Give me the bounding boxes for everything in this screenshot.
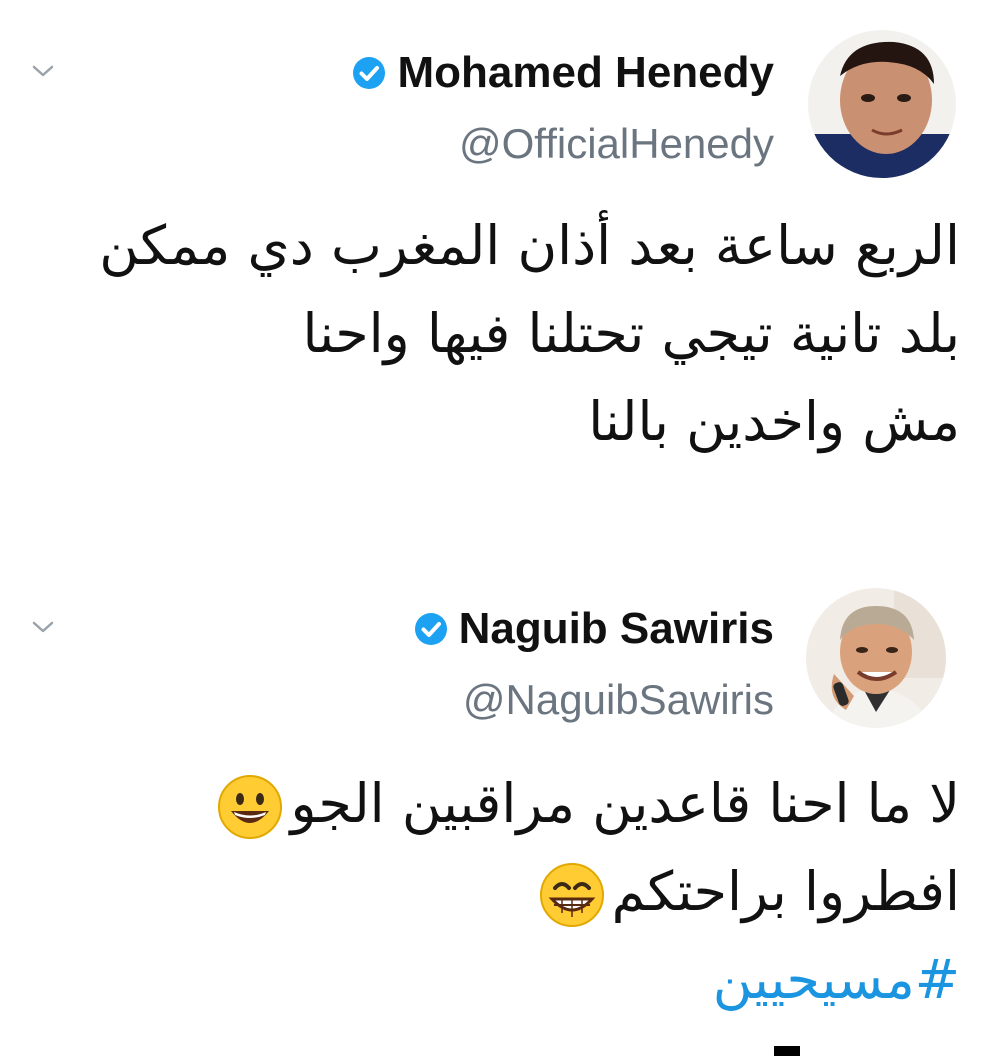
- avatar[interactable]: [808, 30, 956, 178]
- tweet-henedy[interactable]: Mohamed Henedy @OfficialHenedy الربع ساع…: [0, 0, 992, 520]
- tweet-text-line-text: لا ما احنا قاعدين مراقبين الجو: [290, 772, 960, 835]
- grinning-face-emoji-icon: [216, 773, 284, 841]
- display-name[interactable]: Mohamed Henedy: [397, 48, 774, 98]
- display-name[interactable]: Naguib Sawiris: [459, 604, 774, 654]
- tweet-text-line: لا ما احنا قاعدين مراقبين الجو: [32, 760, 960, 848]
- tweet-text-line: الربع ساعة بعد أذان المغرب دي ممكن: [99, 214, 960, 277]
- tweet-text: لا ما احنا قاعدين مراقبين الجو افطروا بر…: [32, 760, 960, 1024]
- tweet-text-line: مش واخدين بالنا: [588, 390, 960, 453]
- user-handle[interactable]: @NaguibSawiris: [463, 676, 774, 724]
- user-handle[interactable]: @OfficialHenedy: [459, 120, 774, 168]
- tweet-text-line: بلد تانية تيجي تحتلنا فيها واحنا: [302, 302, 961, 365]
- tweet-text: الربع ساعة بعد أذان المغرب دي ممكن بلد ت…: [32, 202, 960, 466]
- verified-badge-icon: [414, 613, 447, 645]
- chevron-down-icon[interactable]: [30, 60, 56, 82]
- cursor-mark: [774, 1046, 800, 1056]
- beaming-face-emoji-icon: [538, 861, 606, 929]
- chevron-down-icon[interactable]: [30, 616, 56, 638]
- verified-badge-icon: [353, 57, 386, 89]
- tweet-sawiris[interactable]: Naguib Sawiris @NaguibSawiris لا ما احنا…: [0, 570, 992, 1056]
- author-row: Naguib Sawiris: [413, 604, 774, 654]
- author-row: Mohamed Henedy: [351, 48, 774, 98]
- hashtag-link[interactable]: #مسيحيين: [32, 936, 960, 1024]
- tweet-text-line-text: افطروا براحتكم: [611, 860, 960, 923]
- tweet-text-line: افطروا براحتكم: [32, 848, 960, 936]
- avatar[interactable]: [806, 588, 946, 728]
